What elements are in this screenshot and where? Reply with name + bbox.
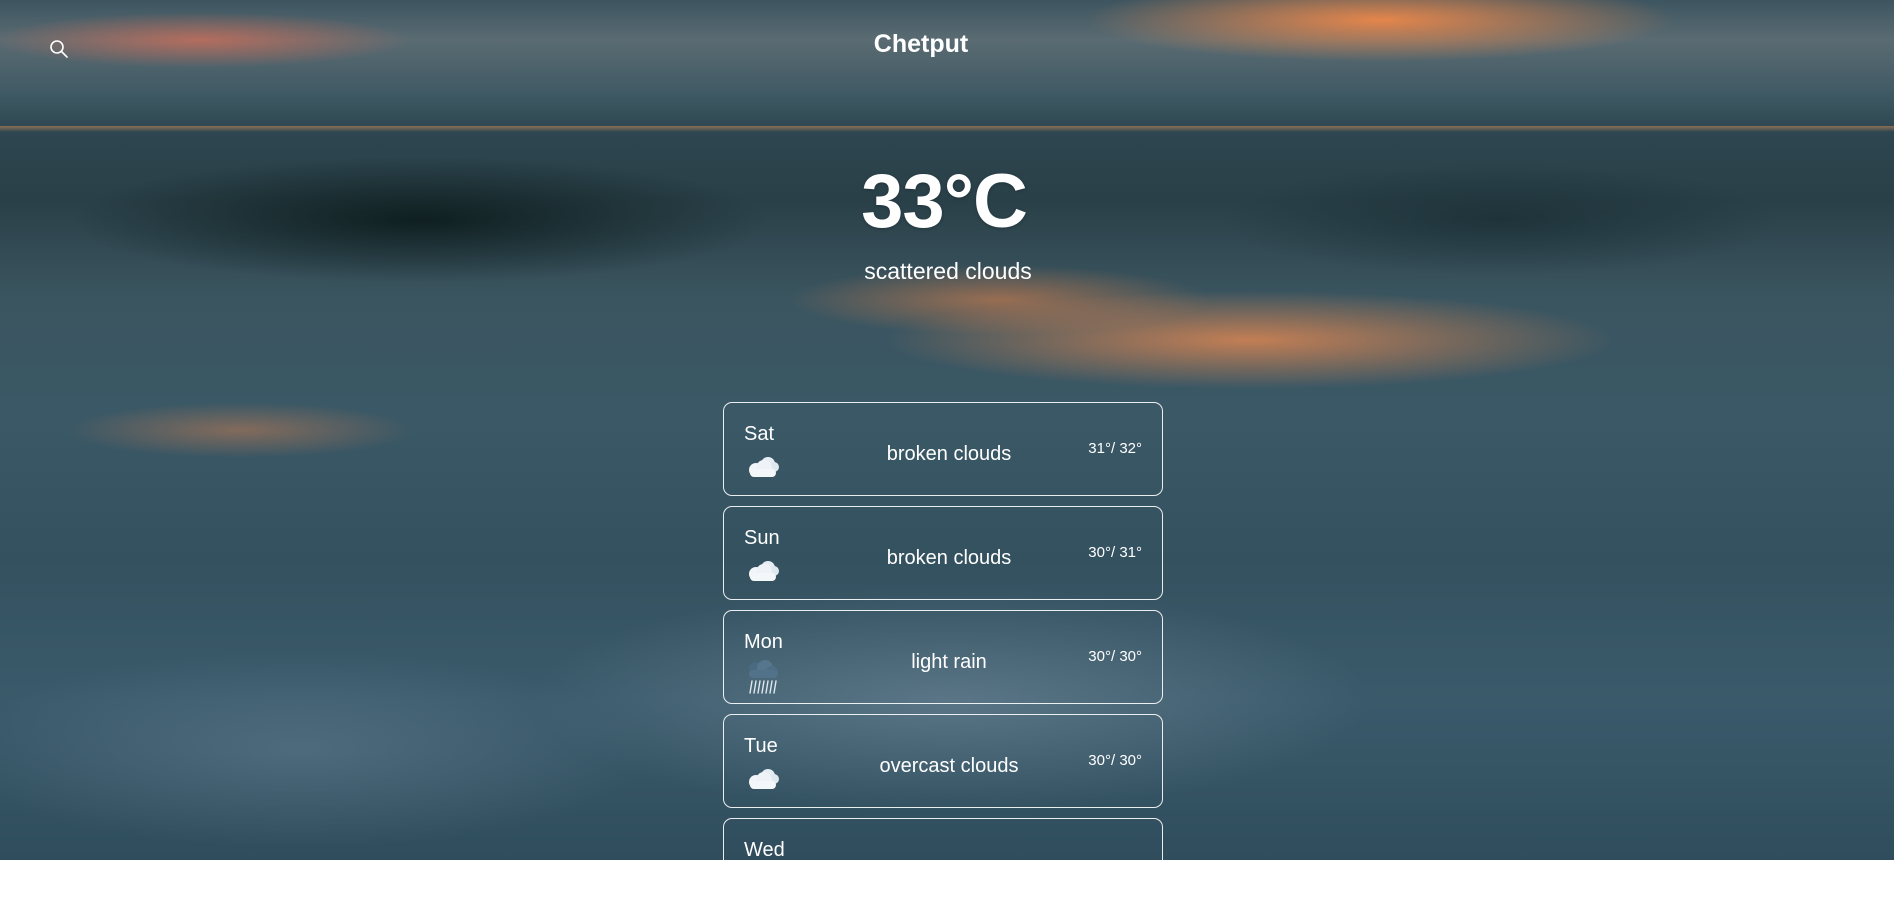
forecast-condition: light rain <box>911 651 987 673</box>
clouds-icon <box>744 555 782 593</box>
forecast-day: Wed <box>744 839 785 861</box>
forecast-card-wed[interactable]: Wed <box>723 818 1163 912</box>
forecast-temp-range: 30°/ 30° <box>1088 648 1142 665</box>
forecast-day: Sun <box>744 527 780 549</box>
current-temperature: 33°C <box>861 159 1028 244</box>
forecast-card-sun[interactable]: Sun broken clouds 30°/ 31° <box>723 506 1163 600</box>
clouds-icon <box>744 451 782 489</box>
forecast-condition: broken clouds <box>886 443 1012 465</box>
forecast-temp-range: 31°/ 32° <box>1088 440 1142 457</box>
forecast-list: Sat broken clouds 31°/ 32° Sun broken cl… <box>723 402 1165 922</box>
forecast-day: Tue <box>744 735 778 757</box>
forecast-card-tue[interactable]: Tue overcast clouds 30°/ 30° <box>723 714 1163 808</box>
forecast-card-sat[interactable]: Sat broken clouds 31°/ 32° <box>723 402 1163 496</box>
forecast-condition: broken clouds <box>886 547 1012 569</box>
horizon-glow <box>0 126 1894 132</box>
rain-cloud-icon <box>744 659 782 697</box>
forecast-day: Sat <box>744 423 775 445</box>
city-name: Chetput <box>873 30 969 58</box>
current-description: scattered clouds <box>864 258 1032 284</box>
forecast-temp-range: 30°/ 31° <box>1088 544 1142 561</box>
forecast-temp-range: 30°/ 30° <box>1088 752 1142 769</box>
clouds-icon <box>744 763 782 801</box>
forecast-day: Mon <box>744 631 783 653</box>
forecast-condition: overcast clouds <box>879 755 1019 777</box>
forecast-card-mon[interactable]: Mon light rain 30°/ 30° <box>723 610 1163 704</box>
